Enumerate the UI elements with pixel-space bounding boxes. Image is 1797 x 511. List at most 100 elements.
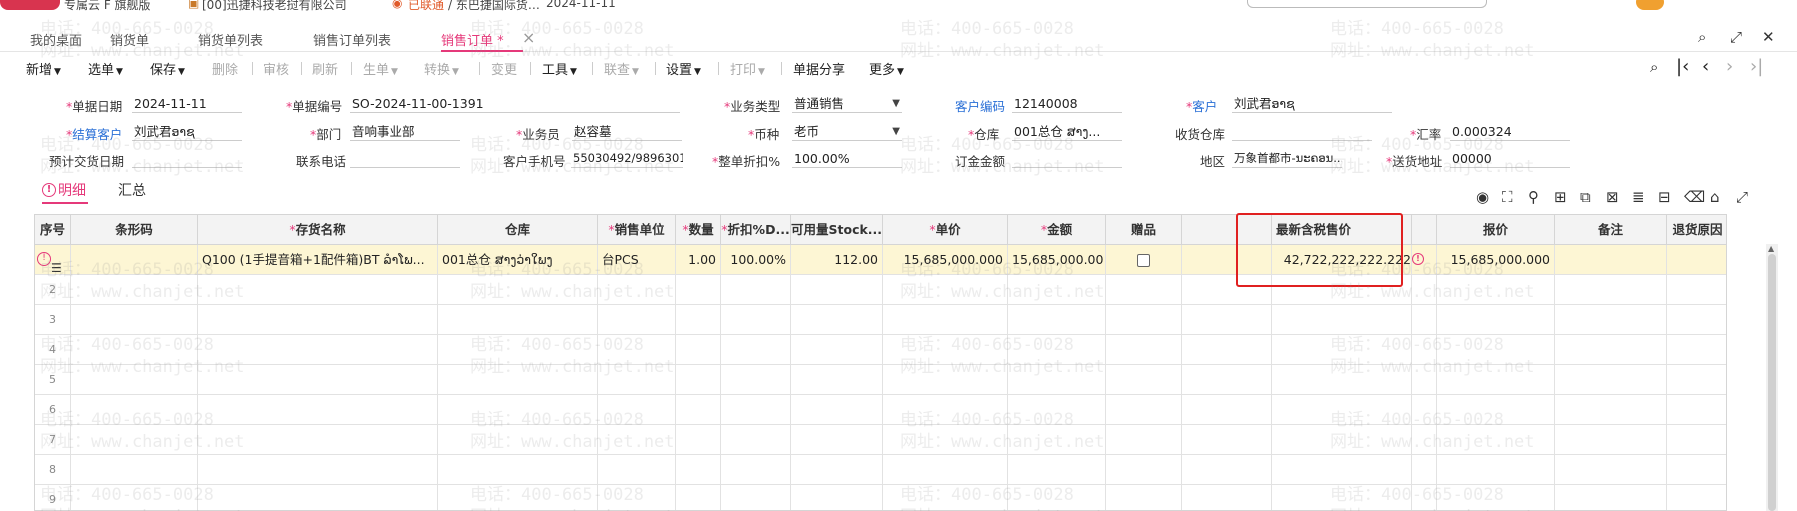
grid-cell[interactable] xyxy=(1555,425,1667,455)
return-reason-cell[interactable] xyxy=(1667,245,1726,275)
generate-button[interactable]: 生单 ▼ xyxy=(363,59,398,78)
tools-button[interactable]: 工具 ▼ xyxy=(542,59,577,78)
grid-cell[interactable] xyxy=(1008,365,1106,395)
grid-cell[interactable] xyxy=(1182,425,1272,455)
grid-cell[interactable] xyxy=(598,305,676,335)
eraser-icon[interactable]: ⌫ xyxy=(1684,188,1705,206)
close-window-icon[interactable]: ✕ xyxy=(1762,28,1775,46)
grid-cell[interactable] xyxy=(1555,455,1667,485)
discount-cell[interactable]: 100.00% xyxy=(721,245,791,275)
grid-cell[interactable] xyxy=(721,485,791,510)
tab-desktop[interactable]: 我的桌面 xyxy=(30,30,82,49)
grid-cell[interactable] xyxy=(198,455,438,485)
copy-row-icon[interactable]: ⧉ xyxy=(1580,188,1591,206)
first-page-icon[interactable]: |‹ xyxy=(1676,56,1689,77)
grid-cell[interactable] xyxy=(1272,335,1412,365)
grid-cell[interactable] xyxy=(791,365,883,395)
doc-no-field[interactable]: SO-2024-11-00-1391 xyxy=(350,95,680,113)
grid-cell[interactable] xyxy=(1412,365,1437,395)
customer-field[interactable]: 刘武君ອາຊ xyxy=(1232,95,1392,113)
grid-cell[interactable] xyxy=(438,425,598,455)
grid-cell[interactable] xyxy=(883,305,1008,335)
grid-cell[interactable] xyxy=(721,305,791,335)
grid-cell[interactable] xyxy=(71,365,198,395)
grid-cell[interactable] xyxy=(438,455,598,485)
department-field[interactable]: 音响事业部 xyxy=(350,123,460,141)
grid-cell[interactable] xyxy=(721,275,791,305)
linked-query-button[interactable]: 联查 ▼ xyxy=(604,59,639,78)
grid-cell[interactable] xyxy=(1437,455,1555,485)
grid-cell[interactable] xyxy=(1667,275,1726,305)
biz-type-select[interactable]: 普通销售 ▼ xyxy=(792,95,902,113)
grid-cell[interactable] xyxy=(1437,365,1555,395)
grid-cell[interactable] xyxy=(438,275,598,305)
grid-cell[interactable] xyxy=(791,455,883,485)
close-tab-icon[interactable]: × xyxy=(522,28,535,47)
qty-cell[interactable]: 1.00 xyxy=(676,245,721,275)
grid-cell[interactable] xyxy=(676,335,721,365)
row-menu-icon[interactable]: ☰ xyxy=(51,253,62,275)
grid-layout-icon[interactable]: ⊟ xyxy=(1658,188,1671,206)
grid-cell[interactable] xyxy=(883,365,1008,395)
grid-cell[interactable] xyxy=(791,485,883,510)
price-cell[interactable]: 15,685,000.000 xyxy=(883,245,1008,275)
deposit-field[interactable] xyxy=(1012,150,1122,168)
grid-cell[interactable] xyxy=(676,425,721,455)
recv-warehouse-field[interactable] xyxy=(1232,123,1372,141)
settle-cust-field[interactable]: 刘武君ອາຊ xyxy=(132,123,242,141)
quote-cell[interactable]: 15,685,000.000 xyxy=(1437,245,1555,275)
phone-field[interactable] xyxy=(350,150,460,168)
grid-cell[interactable] xyxy=(598,335,676,365)
table-row[interactable]: 9 xyxy=(35,485,1726,510)
table-row[interactable]: 3 xyxy=(35,305,1726,335)
global-search-input[interactable] xyxy=(1247,0,1487,8)
grid-cell[interactable] xyxy=(791,275,883,305)
scan-icon[interactable]: ⛶ xyxy=(1502,188,1513,206)
prev-page-icon[interactable]: ‹ xyxy=(1702,56,1709,77)
add-row-icon[interactable]: ⊞ xyxy=(1554,188,1567,206)
grid-cell[interactable] xyxy=(1437,395,1555,425)
maximize-icon[interactable]: ⤢ xyxy=(1730,28,1742,46)
tab-sales-delivery[interactable]: 销货单 xyxy=(110,30,149,49)
grid-cell[interactable] xyxy=(1555,485,1667,510)
cust-code-label[interactable]: 客户编码 xyxy=(955,96,1005,115)
warehouse-field[interactable]: 001总仓 ສາງ... xyxy=(1012,123,1122,141)
table-row[interactable]: ! ☰ Q100 (1手提音箱+1配件箱)BT ລຳໂພ... 001总仓 ສາ… xyxy=(35,245,1726,275)
col-stock[interactable]: 可用量Stock... xyxy=(791,215,883,245)
grid-cell[interactable] xyxy=(438,395,598,425)
grid-cell[interactable] xyxy=(198,395,438,425)
cust-code-field[interactable]: 12140008 xyxy=(1012,95,1122,113)
grid-cell[interactable] xyxy=(1182,455,1272,485)
name-cell[interactable]: Q100 (1手提音箱+1配件箱)BT ລຳໂພ... xyxy=(198,245,438,275)
change-button[interactable]: 变更 xyxy=(491,59,517,78)
tab-detail[interactable]: 明细 xyxy=(58,180,86,200)
col-barcode[interactable]: 条形码 xyxy=(71,215,198,245)
grid-cell[interactable] xyxy=(71,335,198,365)
grid-cell[interactable] xyxy=(1667,395,1726,425)
col-discount[interactable]: *折扣%D... xyxy=(721,215,791,245)
fullscreen-icon[interactable]: ⤢ xyxy=(1736,188,1748,206)
delete-row-icon[interactable]: ⊠ xyxy=(1606,188,1619,206)
col-unit[interactable]: *销售单位 xyxy=(598,215,676,245)
grid-cell[interactable] xyxy=(1412,395,1437,425)
grid-cell[interactable] xyxy=(1437,305,1555,335)
grid-cell[interactable] xyxy=(1008,455,1106,485)
col-return-reason[interactable]: 退货原因 xyxy=(1667,215,1726,245)
mobile-field[interactable]: 55030492/98963018 xyxy=(571,150,683,168)
col-qty[interactable]: *数量 xyxy=(676,215,721,245)
grid-cell[interactable] xyxy=(1667,335,1726,365)
grid-cell[interactable] xyxy=(438,305,598,335)
grid-cell[interactable] xyxy=(71,455,198,485)
grid-cell[interactable] xyxy=(791,425,883,455)
grid-cell[interactable] xyxy=(791,305,883,335)
grid-cell[interactable] xyxy=(1272,485,1412,510)
grid-cell[interactable] xyxy=(1008,335,1106,365)
gift-checkbox[interactable] xyxy=(1137,254,1150,267)
grid-cell[interactable] xyxy=(71,485,198,510)
grid-cell[interactable] xyxy=(1437,425,1555,455)
grid-cell[interactable] xyxy=(598,275,676,305)
grid-cell[interactable] xyxy=(721,425,791,455)
save-button[interactable]: 保存 ▼ xyxy=(150,59,185,78)
grid-cell[interactable] xyxy=(438,335,598,365)
grid-cell[interactable] xyxy=(1008,395,1106,425)
